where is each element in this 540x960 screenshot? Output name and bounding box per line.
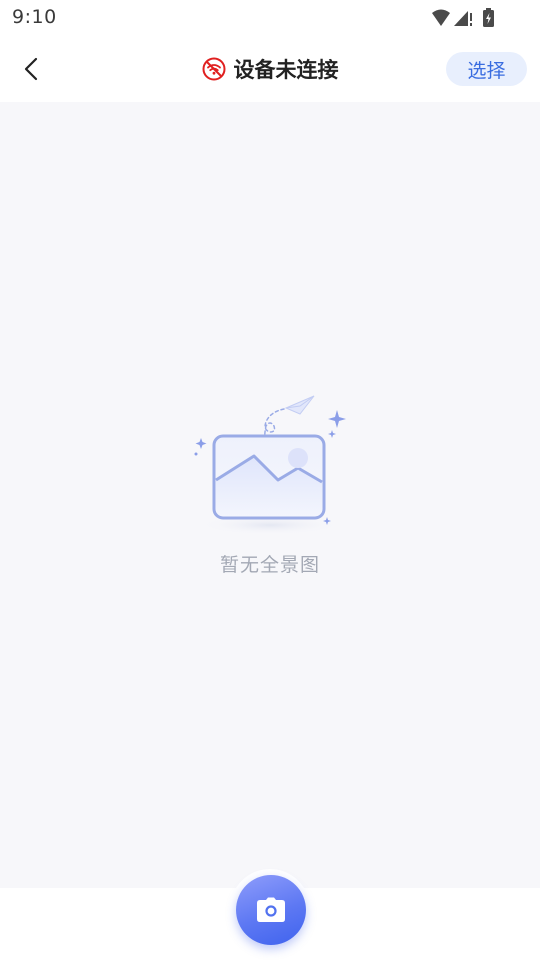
select-button[interactable]: 选择	[446, 52, 527, 86]
status-icons	[432, 8, 494, 27]
top-navigation-bar: 设备未连接 选择	[0, 36, 540, 102]
wifi-signal-icon	[432, 9, 450, 26]
wifi-off-icon	[202, 57, 225, 81]
page-title-text: 设备未连接	[233, 58, 339, 82]
camera-button[interactable]	[236, 875, 306, 945]
status-bar: 9:10	[0, 0, 540, 36]
camera-icon	[257, 897, 285, 922]
empty-state-message: 暂无全景图	[219, 554, 320, 576]
battery-charging-icon	[483, 8, 494, 27]
cell-signal-icon	[454, 11, 472, 26]
status-time: 9:10	[12, 6, 57, 28]
screen: 9:10 设备未连接 选择 暂无全景图	[0, 0, 540, 960]
image-placeholder-icon	[194, 395, 346, 535]
